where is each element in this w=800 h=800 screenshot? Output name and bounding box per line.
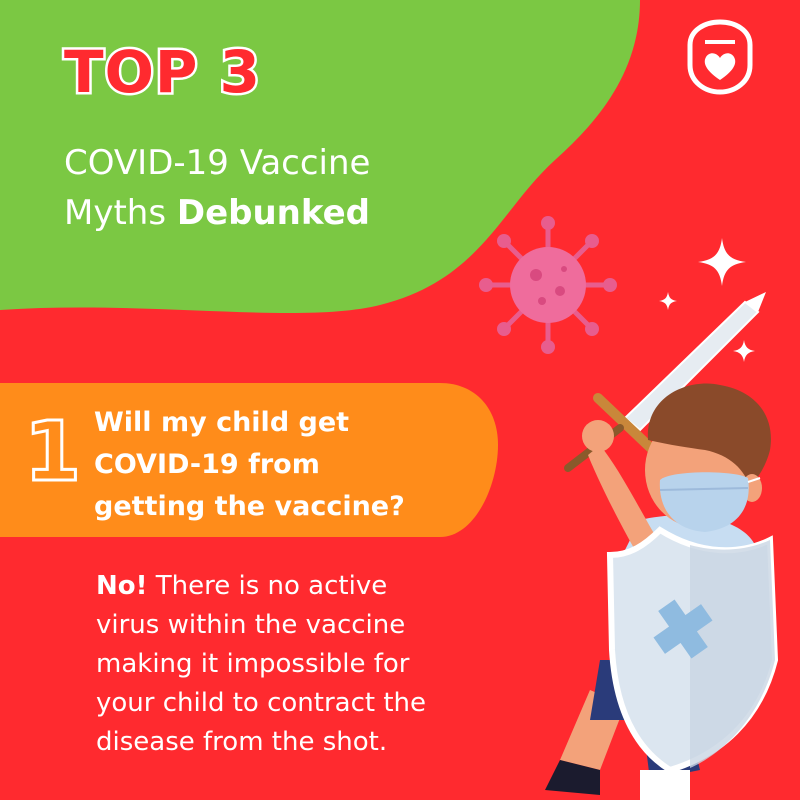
illustration-layer [479,19,779,800]
heart-shell-logo-icon [687,19,753,95]
virus-icon [479,216,617,354]
shield-cross-icon [606,526,779,774]
